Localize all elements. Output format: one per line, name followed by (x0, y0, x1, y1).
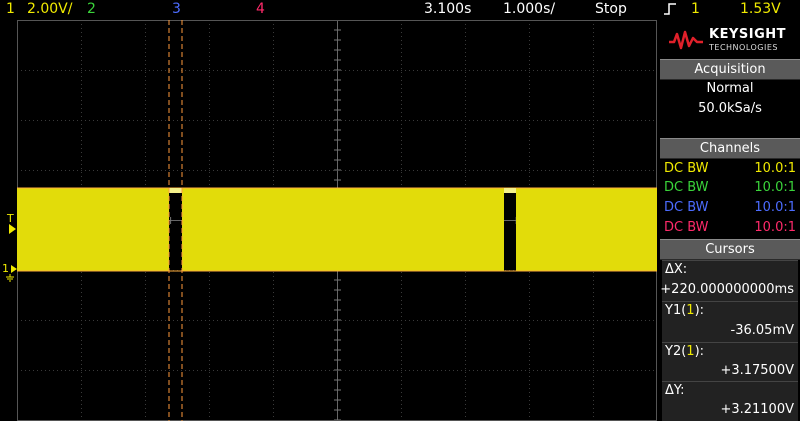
y1-source: 1 (686, 303, 695, 318)
y1-value: -36.05mV (730, 323, 794, 338)
trigger-source[interactable]: 1 (691, 1, 700, 17)
brand-logo: KEYSIGHT TECHNOLOGIES (660, 20, 800, 58)
cursor-y2[interactable]: Y2(1): +3.17500V (662, 342, 798, 381)
channels-header[interactable]: Channels (660, 138, 800, 159)
ch2-number[interactable]: 2 (87, 1, 96, 17)
ch4-probe: 10.0:1 (754, 220, 796, 235)
sample-rate: 50.0kSa/s (698, 101, 762, 116)
channel-row-3[interactable]: DC BW 10.0:1 (664, 198, 796, 217)
time-scale[interactable]: 1.000s/ (503, 1, 555, 17)
delta-y-label: ΔY: (665, 383, 685, 398)
acquisition-header[interactable]: Acquisition (660, 59, 800, 80)
ch3-number[interactable]: 3 (172, 1, 181, 17)
trigger-level-arrow-icon (9, 224, 16, 234)
y1-label: Y1(1): (665, 303, 705, 318)
cursors-header[interactable]: Cursors (660, 239, 800, 260)
trace-segment (182, 188, 504, 271)
ch1-waveform (17, 187, 657, 272)
y2-label: Y2(1): (665, 344, 705, 359)
ch1-number[interactable]: 1 (6, 1, 15, 17)
ch4-coupling: DC BW (664, 220, 709, 235)
cursor-delta-x[interactable]: ΔX: +220.000000000ms (660, 260, 798, 301)
ground-icon (6, 265, 17, 282)
ch2-coupling: DC BW (664, 180, 709, 195)
acquisition-mode: Normal (706, 81, 754, 96)
trace-segment (516, 188, 657, 271)
gap-high-marker (504, 188, 516, 193)
rising-edge-trigger-icon (663, 2, 679, 20)
delta-y-value: +3.21100V (720, 402, 794, 417)
y2-source: 1 (686, 344, 695, 359)
run-state[interactable]: Stop (595, 1, 627, 17)
channel-row-1[interactable]: DC BW 10.0:1 (664, 159, 796, 178)
ch3-coupling: DC BW (664, 200, 709, 215)
delta-x-value: +220.000000000ms (660, 282, 794, 297)
keysight-wave-icon (669, 30, 703, 50)
status-bar: 1 2.00V/ 2 3 4 3.100s 1.000s/ Stop 1 1.5… (0, 0, 800, 20)
brand-name: KEYSIGHT (709, 27, 786, 42)
ch1-probe: 10.0:1 (754, 161, 796, 176)
ch4-number[interactable]: 4 (256, 1, 265, 17)
ch3-probe: 10.0:1 (754, 200, 796, 215)
brand-subtitle: TECHNOLOGIES (709, 43, 778, 52)
info-panel: KEYSIGHT TECHNOLOGIES Acquisition Normal… (660, 20, 800, 421)
cursor-delta-y[interactable]: ΔY: +3.21100V (662, 381, 798, 421)
channel-row-4[interactable]: DC BW 10.0:1 (664, 218, 796, 237)
trigger-level[interactable]: 1.53V (740, 1, 781, 17)
trace-segment (17, 188, 169, 271)
gap-high-marker (169, 188, 182, 193)
waveform-display[interactable] (17, 20, 657, 421)
ch1-coupling: DC BW (664, 161, 709, 176)
channel-row-2[interactable]: DC BW 10.0:1 (664, 178, 796, 197)
cursor-y1[interactable]: Y1(1): -36.05mV (662, 301, 798, 342)
delta-x-label: ΔX: (665, 262, 688, 277)
ch2-probe: 10.0:1 (754, 180, 796, 195)
ch1-scale[interactable]: 2.00V/ (27, 1, 72, 17)
trigger-level-marker[interactable]: T (7, 213, 14, 224)
y2-value: +3.17500V (720, 363, 794, 378)
time-delay[interactable]: 3.100s (424, 1, 471, 17)
